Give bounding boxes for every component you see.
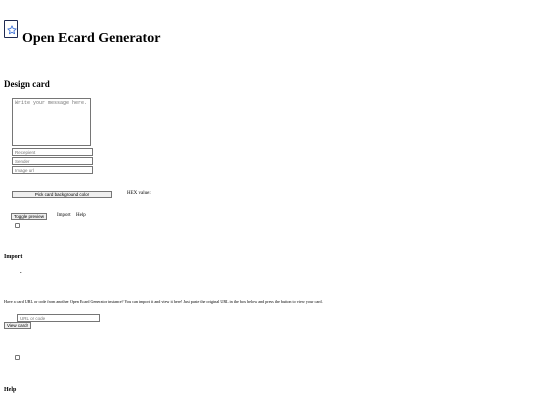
pick-color-button[interactable]: Pick card background color [12, 191, 112, 198]
toggle-preview-button[interactable]: Toggle preview [11, 213, 48, 220]
import-description: Have a card URL or code from another Ope… [4, 299, 323, 304]
image-url-input[interactable] [12, 166, 93, 174]
preview-checkbox[interactable] [15, 223, 20, 228]
star-card-icon [6, 24, 17, 34]
view-card-button[interactable]: View card! [4, 322, 31, 329]
help-heading: Help [4, 387, 17, 393]
import-heading: Import [4, 254, 23, 260]
hex-value-label: HEX value: [127, 191, 151, 196]
app-logo [4, 20, 18, 38]
design-card-heading: Design card [4, 79, 50, 89]
import-link[interactable]: Import [57, 213, 71, 218]
import-url-input[interactable] [17, 314, 100, 322]
help-link[interactable]: Help [76, 213, 86, 218]
app-title: Open Ecard Generator [22, 31, 161, 46]
sender-input[interactable] [12, 157, 93, 165]
list-bullet: • [20, 270, 22, 275]
import-checkbox[interactable] [15, 355, 20, 360]
message-textarea[interactable] [12, 98, 91, 146]
recipient-input[interactable] [12, 148, 93, 156]
